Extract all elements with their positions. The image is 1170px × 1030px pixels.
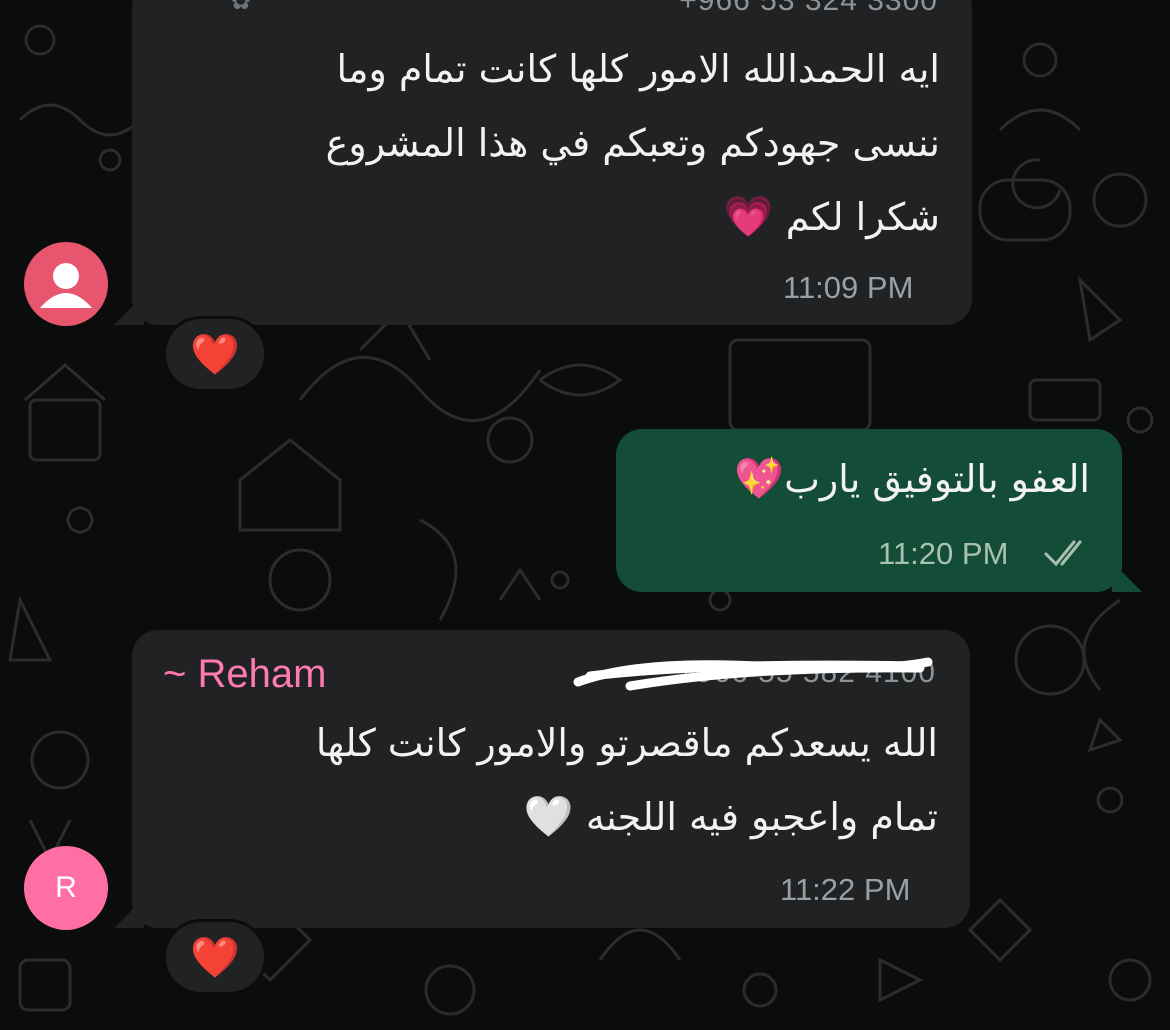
bubble-tail bbox=[114, 295, 144, 325]
message-text: العفو بالتوفيق يارب💖 bbox=[734, 442, 1090, 516]
message-line: تمام واعجبو فيه اللجنه 🤍 bbox=[316, 780, 938, 854]
heart-reaction-icon: ❤️ bbox=[190, 331, 240, 378]
message-line: ننسى جهودكم وتعبكم في هذا المشروع bbox=[325, 121, 940, 165]
message-reaction[interactable]: ❤️ bbox=[163, 919, 267, 995]
redaction-scribble bbox=[573, 657, 933, 691]
avatar-letter: R bbox=[55, 871, 77, 904]
message-text: الله يسعدكم ماقصرتو والامور كانت كلها تم… bbox=[316, 706, 938, 854]
message-line: العفو بالتوفيق يارب bbox=[784, 457, 1090, 501]
message-time: 11:20 PM bbox=[878, 536, 1009, 571]
message-line: ايه الحمدالله الامور كلها كانت تمام وما bbox=[336, 47, 940, 91]
message-time: 11:09 PM bbox=[783, 270, 914, 305]
sender-avatar[interactable]: R bbox=[24, 846, 108, 930]
message-time: 11:22 PM bbox=[780, 872, 911, 907]
heart-reaction-icon: ❤️ bbox=[190, 934, 240, 981]
double-check-icon bbox=[1044, 540, 1082, 567]
message-line: شكرا لكم 💗 bbox=[326, 180, 940, 254]
message-reaction[interactable]: ❤️ bbox=[163, 316, 267, 392]
heart-emoji: 💗 bbox=[723, 194, 774, 240]
white-heart-emoji: 🤍 bbox=[523, 794, 574, 840]
message-line-text: تمام واعجبو فيه اللجنه bbox=[585, 795, 938, 839]
message-text: ايه الحمدالله الامور كلها كانت تمام وما … bbox=[326, 32, 940, 254]
message-line-text: شكرا لكم bbox=[785, 195, 940, 239]
bubble-tail bbox=[114, 898, 144, 928]
sparkling-heart-emoji: 💖 bbox=[734, 456, 785, 502]
message-line: الله يسعدكم ماقصرتو والامور كانت كلها bbox=[315, 721, 938, 765]
sender-phone: +966 53 324 3300 bbox=[679, 0, 938, 17]
sender-avatar[interactable] bbox=[24, 242, 108, 326]
paw-icon: ✿ bbox=[230, 0, 252, 16]
sender-name[interactable]: ~ Reham bbox=[163, 652, 326, 697]
person-avatar-icon bbox=[40, 263, 92, 308]
bubble-tail bbox=[1112, 562, 1142, 592]
